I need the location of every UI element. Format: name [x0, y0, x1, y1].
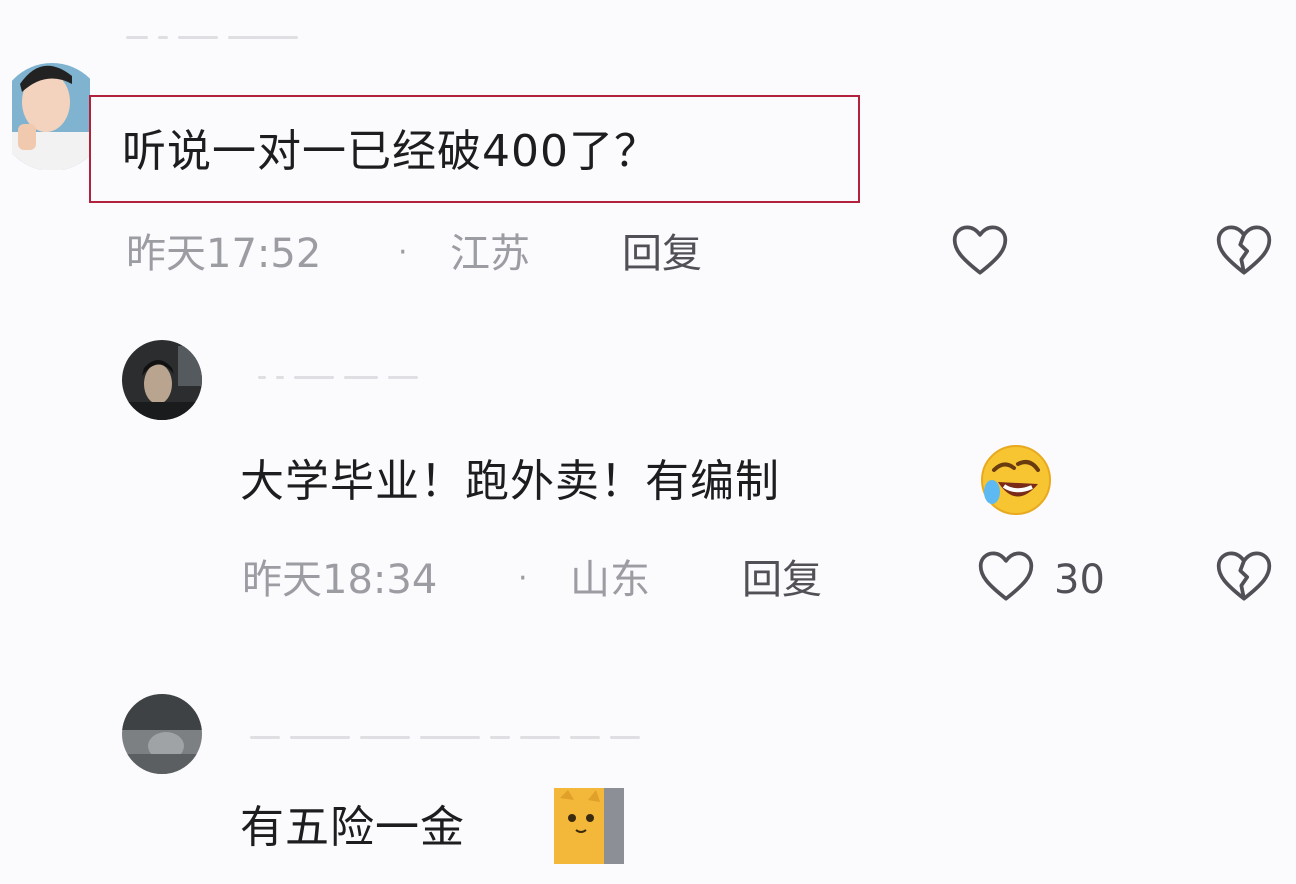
heart-outline-icon[interactable]	[948, 218, 1012, 282]
like-count: 30	[1054, 557, 1105, 603]
rofl-emoji	[976, 440, 1056, 524]
broken-heart-icon[interactable]	[1212, 218, 1276, 282]
reply-button[interactable]: 回复	[742, 560, 822, 600]
comment-text: 有五险一金	[240, 802, 465, 853]
avatar[interactable]	[122, 340, 202, 420]
username-redacted	[126, 30, 298, 44]
username-redacted	[258, 370, 418, 384]
username-redacted	[250, 730, 640, 744]
reply-button[interactable]: 回复	[622, 234, 702, 274]
avatar[interactable]	[12, 22, 90, 170]
heart-outline-icon[interactable]	[974, 544, 1038, 608]
comment-time: 昨天18:34	[242, 557, 438, 603]
broken-heart-icon[interactable]	[1212, 544, 1276, 608]
comment-location: 江苏	[450, 231, 530, 277]
comment-text: 听说一对一已经破400了？	[122, 126, 659, 177]
cat-sticker	[554, 788, 624, 868]
meta-separator: ·	[518, 561, 528, 596]
comment-time: 昨天17:52	[126, 231, 322, 277]
avatar[interactable]	[122, 694, 202, 774]
comment-location: 山东	[570, 557, 650, 603]
meta-separator: ·	[398, 235, 408, 270]
comment-text: 大学毕业！跑外卖！有编制	[240, 456, 780, 507]
